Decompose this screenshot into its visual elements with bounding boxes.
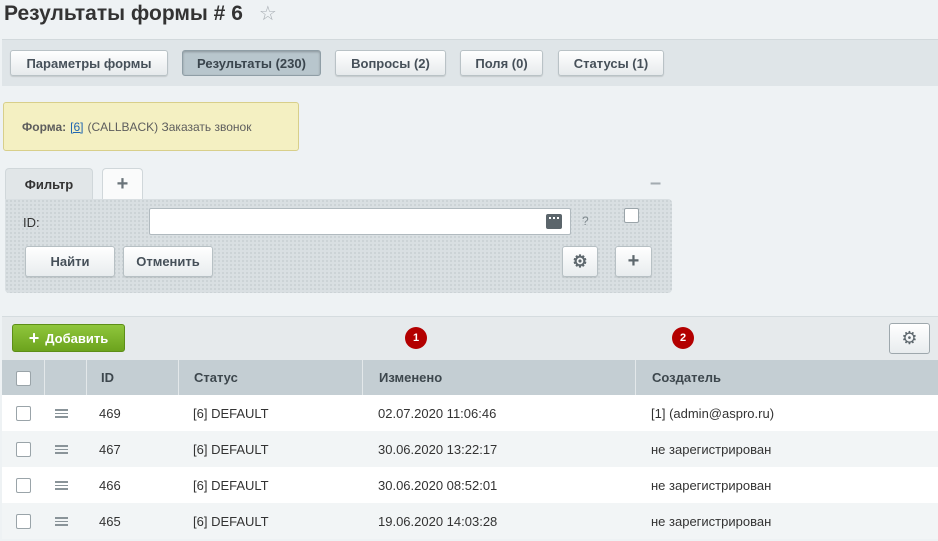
row-checkbox[interactable] <box>16 478 31 493</box>
cell-id: 465 <box>99 513 121 529</box>
cell-status: [6] DEFAULT <box>193 513 269 529</box>
page-title: Результаты формы # 6 <box>4 2 243 25</box>
tabs-panel: Параметры формы Результаты (230) Вопросы… <box>2 39 938 86</box>
tab-questions[interactable]: Вопросы (2) <box>335 50 446 76</box>
tab-statuses[interactable]: Статусы (1) <box>558 50 664 76</box>
tab-form-params[interactable]: Параметры формы <box>10 50 168 76</box>
table-row[interactable]: 467 [6] DEFAULT 30.06.2020 13:22:17 не з… <box>2 431 938 467</box>
cell-modified: 02.07.2020 11:06:46 <box>378 405 497 421</box>
row-menu-icon[interactable] <box>55 445 68 454</box>
annotation-badge-2: 2 <box>672 327 694 349</box>
tab-fields[interactable]: Поля (0) <box>460 50 543 76</box>
row-menu-icon[interactable] <box>55 481 68 490</box>
annotation-badge-1: 1 <box>405 327 427 349</box>
grid-header: ID Статус Изменено Создатель <box>2 360 938 396</box>
column-header-modified[interactable]: Изменено <box>362 360 635 395</box>
cancel-button[interactable]: Отменить <box>123 246 213 277</box>
column-header-id[interactable]: ID <box>86 360 178 395</box>
tab-results[interactable]: Результаты (230) <box>182 50 321 76</box>
cell-id: 466 <box>99 477 121 493</box>
plus-icon: + <box>627 250 640 272</box>
cell-id: 467 <box>99 441 121 457</box>
add-button[interactable]: + Добавить <box>12 324 125 352</box>
form-info-label: Форма: <box>22 119 67 134</box>
find-button[interactable]: Найти <box>25 246 115 277</box>
form-info-box: Форма: [6] (CALLBACK) Заказать звонок <box>3 102 299 151</box>
select-all-cell <box>2 360 44 395</box>
title-row: Результаты формы # 6 ☆ <box>4 0 277 28</box>
cell-status: [6] DEFAULT <box>193 477 269 493</box>
cell-id: 469 <box>99 405 121 421</box>
grid-settings-button[interactable]: ⚙ <box>889 323 930 354</box>
add-button-label: Добавить <box>45 330 109 346</box>
cell-creator: не зарегистрирован <box>651 477 772 493</box>
filter-panel: ID: ? Найти Отменить ⚙ + <box>5 199 672 293</box>
gear-icon: ⚙ <box>572 251 588 271</box>
cell-creator: не зарегистрирован <box>651 513 772 529</box>
cell-modified: 30.06.2020 08:52:01 <box>378 477 498 493</box>
row-menu-icon[interactable] <box>55 409 68 418</box>
column-header-status[interactable]: Статус <box>178 360 362 395</box>
filter-settings-button[interactable]: ⚙ <box>562 246 598 277</box>
star-icon[interactable]: ☆ <box>259 4 277 24</box>
filter-tab[interactable]: Фильтр <box>5 168 93 200</box>
grid-toolbar: + Добавить 1 2 ⚙ <box>2 316 938 361</box>
cell-status: [6] DEFAULT <box>193 441 269 457</box>
id-label: ID: <box>23 215 40 230</box>
column-header-creator[interactable]: Создатель <box>635 360 938 395</box>
row-menu-icon[interactable] <box>55 517 68 526</box>
gear-icon: ⚙ <box>901 328 918 348</box>
table-row[interactable]: 469 [6] DEFAULT 02.07.2020 11:06:46 [1] … <box>2 395 938 431</box>
cell-status: [6] DEFAULT <box>193 405 269 421</box>
form-info-text: (CALLBACK) Заказать звонок <box>87 119 252 134</box>
table-row[interactable]: 465 [6] DEFAULT 19.06.2020 14:03:28 не з… <box>2 503 938 539</box>
filter-field-checkbox[interactable] <box>624 208 639 223</box>
row-checkbox[interactable] <box>16 406 31 421</box>
cell-modified: 30.06.2020 13:22:17 <box>378 441 498 457</box>
help-icon[interactable]: ? <box>582 214 589 228</box>
table-row[interactable]: 466 [6] DEFAULT 30.06.2020 08:52:01 не з… <box>2 467 938 503</box>
row-checkbox[interactable] <box>16 442 31 457</box>
collapse-filter-icon[interactable]: – <box>650 173 661 193</box>
plus-icon: + <box>28 328 40 348</box>
id-input[interactable] <box>149 208 571 235</box>
row-checkbox[interactable] <box>16 514 31 529</box>
select-all-checkbox[interactable] <box>16 371 31 386</box>
cell-creator: [1] (admin@aspro.ru) <box>651 405 775 421</box>
form-id-link[interactable]: [6] <box>70 120 83 134</box>
plus-icon: + <box>116 173 129 195</box>
actions-header <box>44 360 86 395</box>
keyboard-icon[interactable] <box>546 214 562 229</box>
add-filter-tab-button[interactable]: + <box>102 168 143 200</box>
cell-creator: не зарегистрирован <box>651 441 772 457</box>
add-filter-field-button[interactable]: + <box>615 246 652 277</box>
cell-modified: 19.06.2020 14:03:28 <box>378 513 498 529</box>
